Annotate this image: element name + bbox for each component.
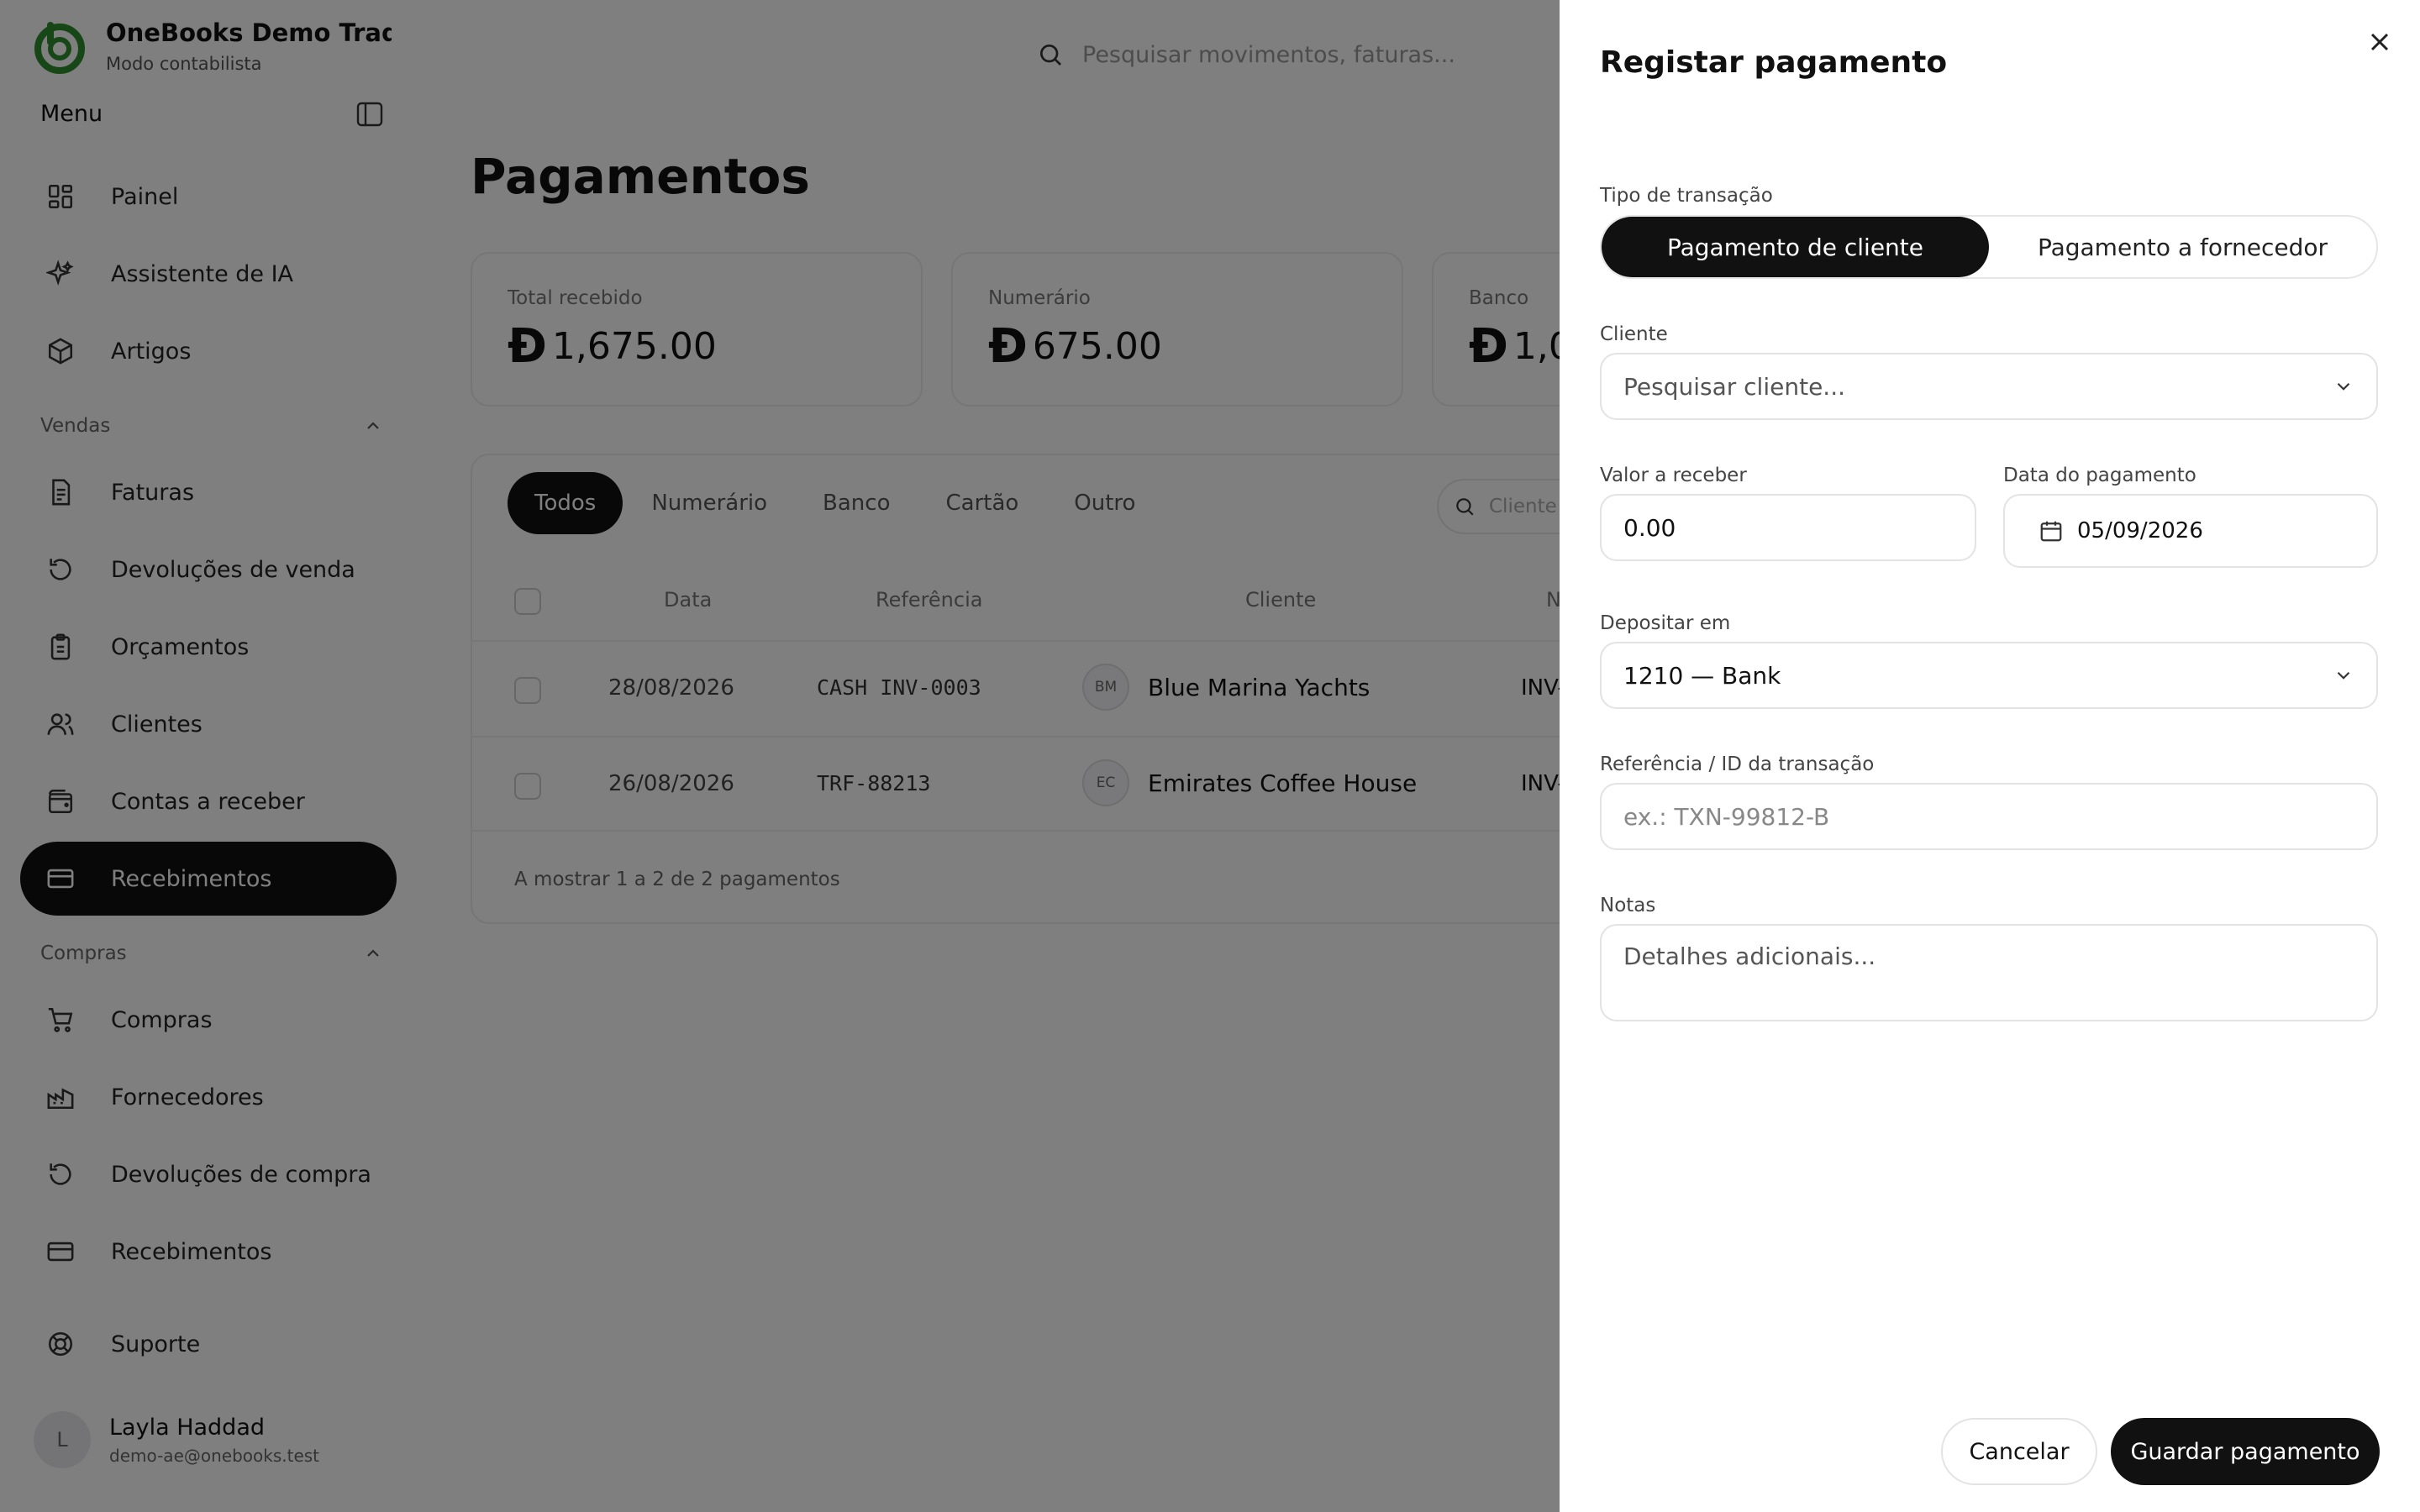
referencia-placeholder: ex.: TXN-99812-B [1623,802,1830,831]
tipo-label: Tipo de transação [1600,185,1773,207]
cliente-label: Cliente [1600,323,1668,345]
data-pagamento-picker[interactable]: 05/09/2026 [2003,494,2378,568]
depositar-value: 1210 — Bank [1623,661,1781,690]
valor-input[interactable]: 0.00 [1600,494,1976,561]
save-payment-button[interactable]: Guardar pagamento [2111,1418,2380,1485]
option-pagamento-cliente[interactable]: Pagamento de cliente [1602,217,1989,277]
depositar-select[interactable]: 1210 — Bank [1600,642,2378,709]
cancel-button[interactable]: Cancelar [1941,1418,2097,1485]
valor-label: Valor a receber [1600,465,1747,486]
referencia-label: Referência / ID da transação [1600,753,1875,775]
data-label: Data do pagamento [2003,465,2196,486]
transaction-type-toggle: Pagamento de cliente Pagamento a fornece… [1600,215,2378,279]
cliente-placeholder: Pesquisar cliente... [1623,372,1845,401]
notas-textarea[interactable]: Detalhes adicionais... [1600,924,2378,1021]
notas-label: Notas [1600,895,1656,916]
drawer-title: Registar pagamento [1600,45,1948,80]
notas-placeholder: Detalhes adicionais... [1623,942,1876,970]
valor-value: 0.00 [1623,513,1676,542]
cliente-select[interactable]: Pesquisar cliente... [1600,353,2378,420]
calendar-icon [2040,521,2062,542]
chevron-down-icon [2337,671,2350,680]
referencia-input[interactable]: ex.: TXN-99812-B [1600,783,2378,850]
register-payment-drawer: Registar pagamento Tipo de transação Pag… [1560,0,2420,1512]
close-icon[interactable] [2365,27,2395,57]
data-value: 05/09/2026 [2077,518,2203,543]
chevron-down-icon [2337,382,2350,391]
depositar-label: Depositar em [1600,612,1731,634]
modal-backdrop[interactable] [0,0,1560,1512]
option-pagamento-fornecedor[interactable]: Pagamento a fornecedor [1989,217,2376,277]
